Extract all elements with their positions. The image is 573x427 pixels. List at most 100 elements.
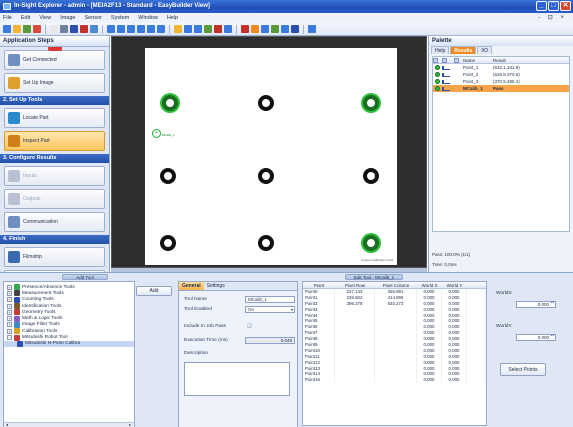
step-filmstrip-button[interactable]: Filmstrip: [4, 247, 105, 267]
menu-window[interactable]: Window: [138, 15, 158, 21]
tool-tree-label: Geometry Tools: [22, 309, 56, 315]
online-icon[interactable]: [184, 25, 192, 33]
play-icon[interactable]: [127, 25, 135, 33]
calibration-points-grid: Point Pixel Row Pixel Column World X Wor…: [302, 281, 487, 426]
menu-edit[interactable]: Edit: [21, 15, 30, 21]
live-icon[interactable]: [204, 25, 212, 33]
results-name-header[interactable]: Name: [463, 58, 493, 63]
outputs-icon: [8, 193, 20, 205]
tab-general-label: General: [182, 283, 201, 289]
tab-io[interactable]: I/O: [477, 46, 493, 54]
expand-toggle-icon[interactable]: +: [7, 303, 12, 309]
first-icon[interactable]: [107, 25, 115, 33]
add-tool-button[interactable]: Add: [136, 286, 172, 296]
description-textarea[interactable]: [184, 362, 290, 396]
redo-icon[interactable]: [90, 25, 98, 33]
inspect-icon: [8, 135, 20, 147]
menu-image[interactable]: Image: [60, 15, 75, 21]
tool-category-icon: [14, 328, 20, 335]
world-x-spinner[interactable]: 0.000: [516, 301, 556, 308]
tool-category-icon: [14, 290, 20, 297]
grid-cell-point: Point15: [303, 377, 335, 384]
zoom-in-icon[interactable]: [224, 25, 232, 33]
prev-icon[interactable]: [117, 25, 125, 33]
next-icon[interactable]: [137, 25, 145, 33]
tool-name-input[interactable]: MCalib_1: [245, 296, 295, 303]
tool-tree-scrollbar[interactable]: ◂ ▸: [4, 422, 134, 427]
step-inputs-button[interactable]: Inputs: [4, 166, 105, 186]
folder-icon[interactable]: [174, 25, 182, 33]
minimize-button[interactable]: _: [536, 1, 547, 11]
calibration-point-row[interactable]: Point15 0.000 0.000: [303, 377, 486, 384]
tab-help[interactable]: Help: [431, 46, 450, 54]
communication-icon: [8, 216, 20, 228]
expand-toggle-icon[interactable]: +: [7, 284, 12, 290]
include-job-pass-checkbox[interactable]: ☑: [247, 323, 252, 330]
expand-toggle-icon[interactable]: +: [7, 316, 12, 322]
collapse-arrow-icon[interactable]: [48, 47, 62, 51]
graphics-icon[interactable]: [251, 25, 259, 33]
record-icon[interactable]: [157, 25, 165, 33]
step-locate-part-button[interactable]: Locate Part: [4, 108, 105, 128]
open-icon[interactable]: [13, 25, 21, 33]
menu-help[interactable]: Help: [167, 15, 178, 21]
results-row[interactable]: MCalib_1 Pass: [433, 85, 569, 92]
expand-toggle-icon[interactable]: +: [7, 328, 12, 334]
step-communication-button[interactable]: Communication: [4, 212, 105, 232]
step-set-up-image-button[interactable]: Set Up Image: [4, 73, 105, 93]
filmstrip-icon[interactable]: [271, 25, 279, 33]
image-display[interactable]: + MCalib_1 Cognex Calibration Grid: [111, 36, 427, 268]
maximize-button[interactable]: □: [548, 1, 559, 11]
menu-file[interactable]: File: [3, 15, 12, 21]
results-row[interactable]: Point_3 (370.5,495.4): [433, 78, 569, 85]
calibration-dot-found: [363, 95, 379, 111]
calibration-grid-image[interactable]: + MCalib_1 Cognex Calibration Grid: [145, 48, 397, 265]
select-points-button[interactable]: Select Points: [500, 363, 546, 376]
edit-tool-tabs: General Settings: [179, 282, 297, 291]
world-y-spinner[interactable]: 0.000: [516, 334, 556, 341]
tool-category-icon: [14, 296, 20, 303]
stop-icon[interactable]: [214, 25, 222, 33]
close-button[interactable]: ✕: [560, 1, 571, 11]
tab-settings[interactable]: Settings: [204, 282, 228, 290]
settings-icon[interactable]: [281, 25, 289, 33]
step-inspect-part-button[interactable]: Inspect Part: [4, 131, 105, 151]
scroll-right-icon[interactable]: ▸: [129, 423, 131, 427]
expand-toggle-icon[interactable]: +: [7, 290, 12, 296]
step-get-connected-button[interactable]: Get Connected: [4, 50, 105, 70]
zoom-out-icon[interactable]: [241, 25, 249, 33]
grid-header-pixel-row: Pixel Row: [344, 283, 365, 288]
calibration-dot: [160, 168, 176, 184]
expand-toggle-icon[interactable]: +: [7, 297, 12, 303]
tab-general[interactable]: General: [179, 282, 204, 290]
step-outputs-button[interactable]: Outputs: [4, 189, 105, 209]
step-label: Communication: [23, 219, 58, 225]
menu-view[interactable]: View: [39, 15, 51, 21]
mdi-controls[interactable]: - ⊡ ×: [538, 14, 567, 21]
expand-toggle-icon[interactable]: +: [7, 309, 12, 315]
info-icon[interactable]: [308, 25, 316, 33]
save-icon[interactable]: [23, 25, 31, 33]
expand-toggle-icon[interactable]: +: [7, 322, 12, 328]
results-row[interactable]: Point_2 (625.8,370.6): [433, 71, 569, 78]
copy-icon[interactable]: [50, 25, 58, 33]
expand-toggle-icon[interactable]: −: [7, 335, 12, 341]
new-icon[interactable]: [3, 25, 11, 33]
tool-enabled-select[interactable]: On ▾: [245, 306, 295, 313]
cut-icon[interactable]: [33, 25, 41, 33]
help-icon[interactable]: [291, 25, 299, 33]
tool-tree-item[interactable]: Mitsubishi N-Point Calibra: [4, 340, 134, 347]
scroll-left-icon[interactable]: ◂: [6, 422, 8, 427]
last-icon[interactable]: [147, 25, 155, 33]
paste-icon[interactable]: [60, 25, 68, 33]
results-row[interactable]: Point_1 (632.1,341.9): [433, 64, 569, 71]
trigger-icon[interactable]: [194, 25, 202, 33]
delete-icon[interactable]: [80, 25, 88, 33]
undo-icon[interactable]: [70, 25, 78, 33]
tab-results[interactable]: Results: [450, 46, 477, 54]
menu-sensor[interactable]: Sensor: [84, 15, 101, 21]
menu-system[interactable]: System: [111, 15, 129, 21]
tool-type-icon: [442, 65, 450, 70]
grid-icon[interactable]: [261, 25, 269, 33]
results-result-header[interactable]: Result: [493, 58, 569, 63]
